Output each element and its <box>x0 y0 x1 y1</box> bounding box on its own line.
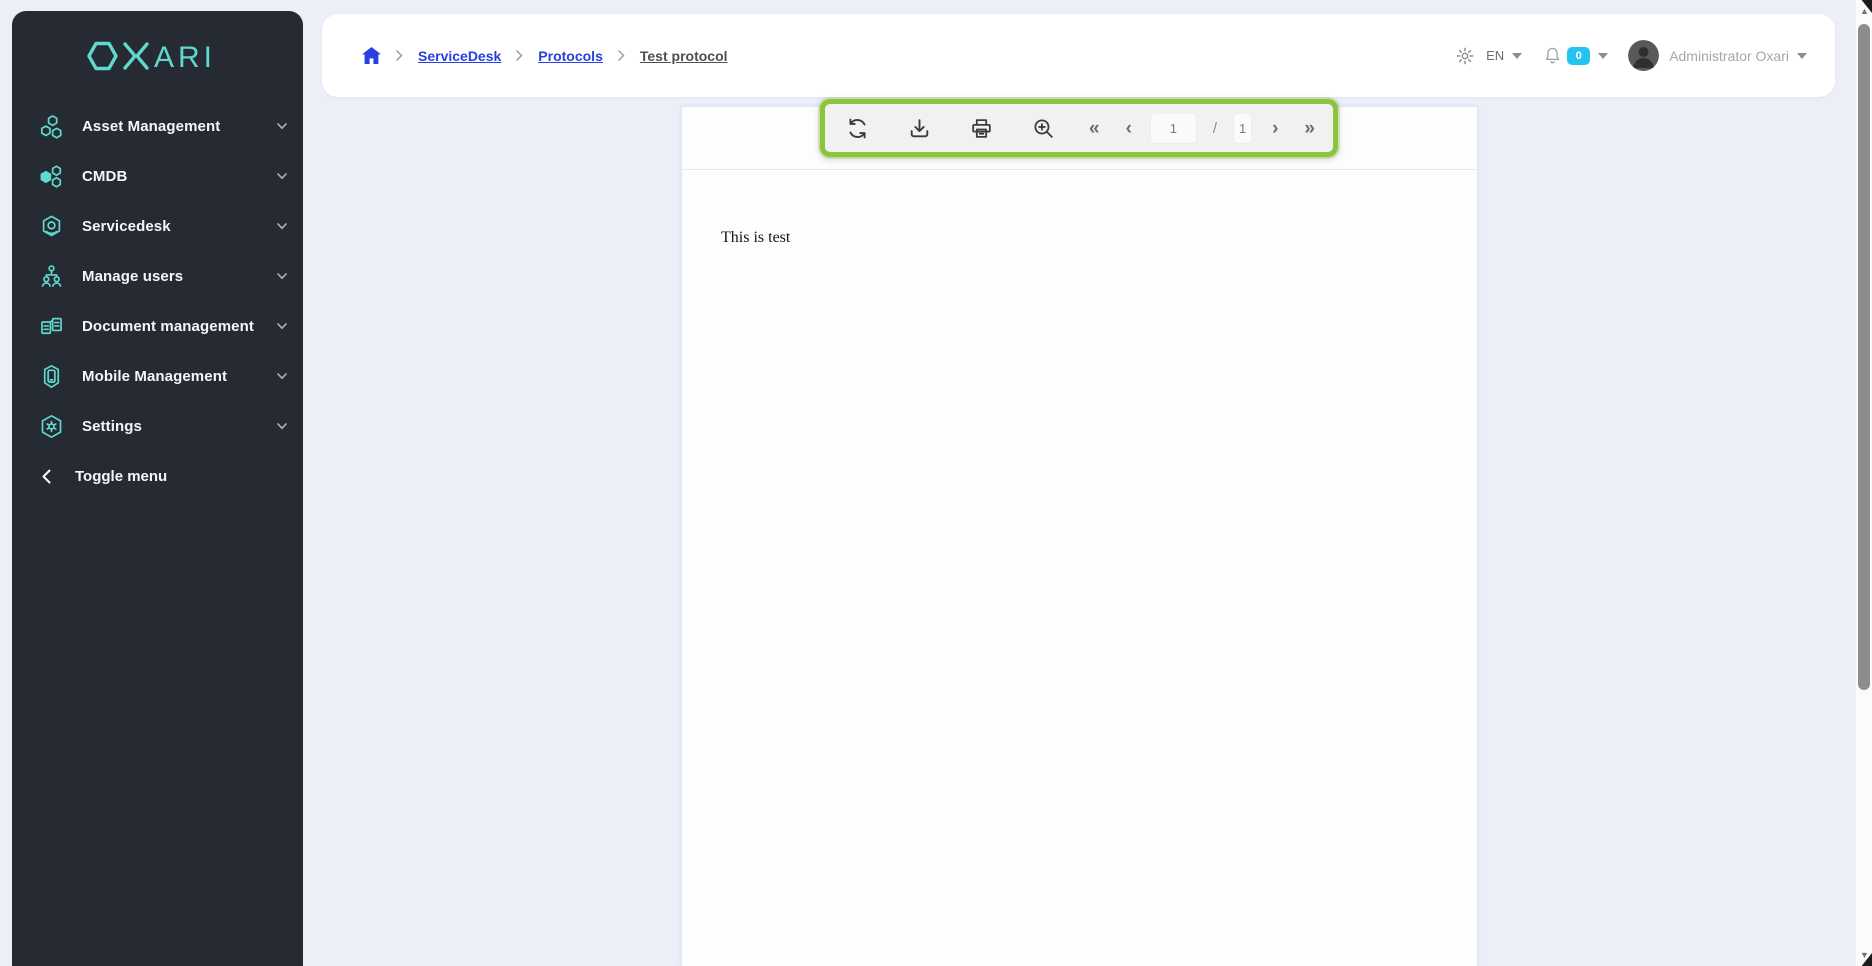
breadcrumb: ServiceDesk Protocols Test protocol <box>362 47 728 64</box>
zoom-in-button[interactable] <box>1030 115 1057 142</box>
sidebar-item-label: Mobile Management <box>82 368 277 385</box>
sidebar-item-label: Manage users <box>82 268 277 285</box>
toggle-menu-label: Toggle menu <box>75 468 167 485</box>
document-text: This is test <box>721 229 790 246</box>
caret-down-icon[interactable] <box>1512 53 1522 59</box>
breadcrumb-link-protocols[interactable]: Protocols <box>538 48 603 64</box>
print-button[interactable] <box>968 115 995 142</box>
sidebar-item-cmdb[interactable]: CMDB <box>12 151 303 201</box>
sidebar-item-label: Document management <box>82 318 277 335</box>
chevron-down-icon <box>277 373 287 380</box>
chevron-down-icon <box>277 323 287 330</box>
document-viewer: This is test <box>682 107 1477 966</box>
svg-text:ARI: ARI <box>154 41 216 74</box>
sidebar-item-asset-management[interactable]: Asset Management <box>12 101 303 151</box>
sidebar-item-document-management[interactable]: Document management <box>12 301 303 351</box>
chevron-down-icon <box>277 223 287 230</box>
download-button[interactable] <box>906 115 933 142</box>
previous-page-button[interactable]: ‹ <box>1124 119 1134 138</box>
chevron-down-icon <box>277 273 287 280</box>
document-page: This is test <box>682 170 1477 247</box>
sidebar-item-label: Settings <box>82 418 277 435</box>
gear-hexagon-icon <box>38 413 65 440</box>
chevron-left-icon <box>42 469 51 484</box>
gear-icon[interactable] <box>1456 47 1474 65</box>
page-scrollbar[interactable]: ▲ ▼ <box>1855 0 1872 966</box>
chevron-down-icon <box>277 423 287 430</box>
mobile-shield-icon <box>38 363 65 390</box>
top-bar: ServiceDesk Protocols Test protocol EN <box>322 14 1835 97</box>
chevron-right-icon <box>516 50 523 61</box>
page-separator: / <box>1213 120 1217 137</box>
sidebar-item-mobile-management[interactable]: Mobile Management <box>12 351 303 401</box>
caret-down-icon[interactable] <box>1598 53 1608 59</box>
caret-down-icon[interactable] <box>1797 53 1807 59</box>
sidebar-item-label: CMDB <box>82 168 277 185</box>
sidebar-item-settings[interactable]: Settings <box>12 401 303 451</box>
user-avatar[interactable] <box>1628 40 1659 71</box>
headset-hexagon-icon <box>38 213 65 240</box>
bell-icon <box>1544 46 1561 65</box>
chevron-right-icon <box>396 50 403 61</box>
sidebar-item-servicedesk[interactable]: Servicedesk <box>12 201 303 251</box>
documents-icon <box>38 313 65 340</box>
notifications[interactable]: 0 <box>1544 46 1590 65</box>
pdf-toolbar-highlighted: « ‹ / 1 › » <box>820 99 1338 157</box>
notification-count-badge: 0 <box>1567 47 1590 65</box>
sidebar-item-label: Asset Management <box>82 118 277 135</box>
breadcrumb-current-test-protocol: Test protocol <box>640 48 728 64</box>
sidebar: ARI Asset Management <box>12 11 303 966</box>
hexagon-cluster-icon <box>38 113 65 140</box>
chevron-down-icon <box>277 173 287 180</box>
chevron-right-icon <box>618 50 625 61</box>
user-name[interactable]: Administrator Oxari <box>1669 48 1789 64</box>
home-icon[interactable] <box>362 47 381 64</box>
header-tools: EN 0 Administrator Oxari <box>1456 40 1807 71</box>
org-users-icon <box>38 263 65 290</box>
page-total: 1 <box>1233 113 1252 144</box>
last-page-button[interactable]: » <box>1302 119 1317 138</box>
sidebar-item-manage-users[interactable]: Manage users <box>12 251 303 301</box>
first-page-button[interactable]: « <box>1087 119 1102 138</box>
app-logo[interactable]: ARI <box>12 11 303 85</box>
refresh-button[interactable] <box>844 115 871 142</box>
chevron-down-icon <box>277 123 287 130</box>
sidebar-item-label: Servicedesk <box>82 218 277 235</box>
breadcrumb-link-servicedesk[interactable]: ServiceDesk <box>418 48 501 64</box>
toggle-menu-button[interactable]: Toggle menu <box>12 451 303 501</box>
page-number-input[interactable] <box>1150 113 1197 144</box>
next-page-button[interactable]: › <box>1270 119 1280 138</box>
language-selector[interactable]: EN <box>1486 48 1504 63</box>
hexagon-nodes-icon <box>38 163 65 190</box>
oxari-logo-icon: ARI <box>85 37 231 75</box>
sidebar-nav: Asset Management CMDB <box>12 101 303 501</box>
scrollbar-thumb[interactable] <box>1858 24 1870 690</box>
